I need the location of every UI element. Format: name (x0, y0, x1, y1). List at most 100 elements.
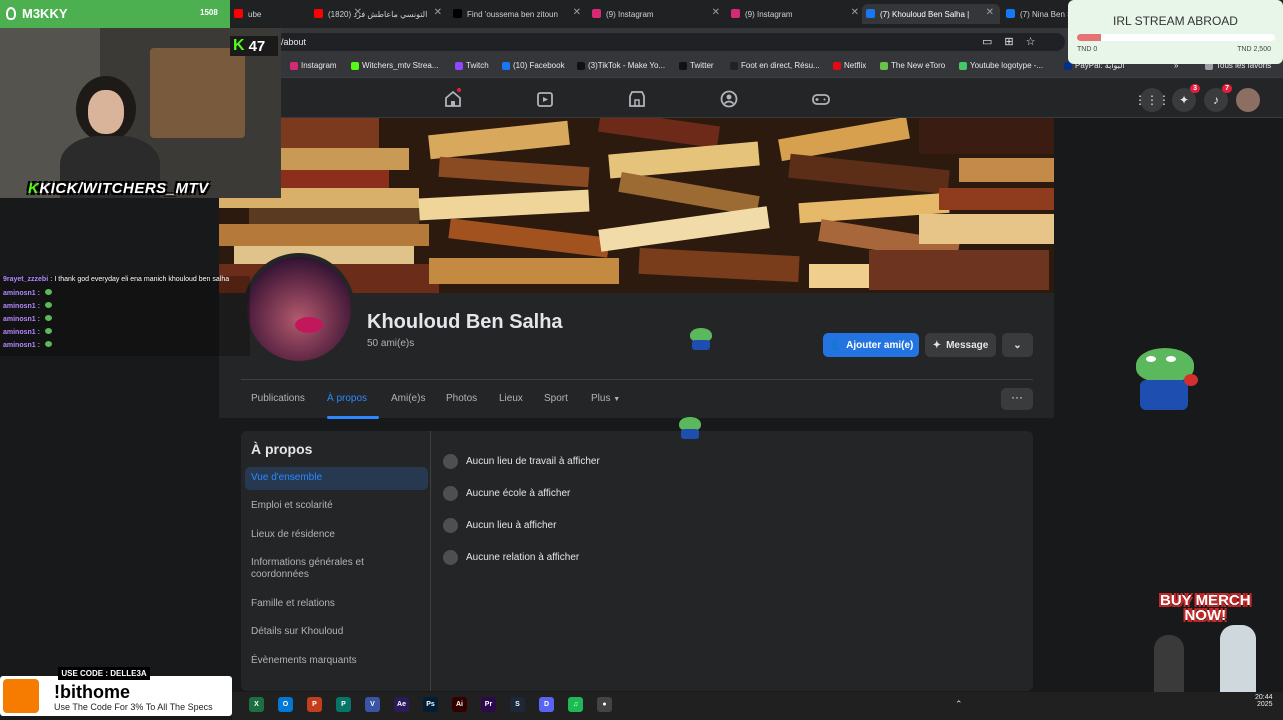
active-tab-indicator (327, 416, 379, 419)
tab-favicon-icon (314, 9, 323, 18)
tab-label: (7) Nina Ben S (1020, 9, 1073, 19)
heart-icon (443, 550, 458, 565)
sponsor-subtext: Use The Code For 3% To All The Specs (54, 702, 213, 712)
profile-tab[interactable]: Plus ▼ (591, 393, 620, 404)
marketplace-icon[interactable] (627, 89, 647, 109)
url-input[interactable]: /about (275, 33, 1065, 51)
outlook-icon[interactable]: O (278, 697, 293, 712)
about-sidebar-item[interactable]: Emploi et scolarité (251, 500, 421, 512)
visio-icon[interactable]: V (365, 697, 380, 712)
channel-count: 1508 (200, 8, 218, 17)
install-app-icon[interactable]: ▭ (982, 35, 992, 48)
cover-photo[interactable] (219, 118, 1054, 293)
browser-tab[interactable]: (9) Instagram ✕ (727, 4, 865, 24)
profile-divider (241, 379, 1033, 380)
about-sidebar-item[interactable]: Vue d'ensemble (251, 472, 421, 484)
messenger-button[interactable]: ✦ 3 (1172, 84, 1200, 112)
messenger-icon: ✦ (932, 339, 942, 351)
channel-name: M3KKY (22, 6, 68, 21)
bookmark-favicon-icon (290, 61, 298, 70)
bookmark-item[interactable]: Foot en direct, Résu... (730, 61, 820, 70)
bookmark-label: Youtube logotype -... (970, 61, 1044, 70)
chat-username: 9rayet_zzzebi : (3, 276, 53, 283)
profile-more-button[interactable]: ··· (1001, 388, 1033, 410)
close-tab-icon[interactable]: ✕ (573, 7, 581, 18)
publisher-icon[interactable]: P (336, 697, 351, 712)
bookmark-favicon-icon (351, 61, 359, 70)
bookmark-item[interactable]: Netflix (833, 61, 866, 70)
gaming-icon[interactable] (811, 89, 831, 109)
chat-message: aminosn1 : (0, 289, 250, 302)
menu-grid-button[interactable]: ⋮⋮⋮ (1134, 88, 1170, 112)
photoshop-icon[interactable]: Ps (423, 697, 438, 712)
profile-tab[interactable]: Lieux (499, 393, 523, 404)
about-sidebar-item[interactable]: Détails sur Khouloud (251, 626, 421, 638)
graduation-cap-icon (443, 486, 458, 501)
close-tab-icon[interactable]: ✕ (851, 7, 859, 18)
bookmark-item[interactable]: Youtube logotype -... (959, 61, 1043, 70)
about-sidebar-item[interactable]: Informations générales et coordonnées (251, 557, 421, 581)
frog-emote-icon (44, 341, 52, 347)
spotify-icon[interactable]: ♫ (568, 697, 583, 712)
frog-emote-icon (44, 289, 52, 295)
profile-tab-label: À propos (327, 393, 368, 404)
bookmark-item[interactable]: Twitch (455, 61, 489, 70)
steam-icon[interactable]: S (510, 697, 525, 712)
bookmark-item[interactable]: Witchers_mtv Strea... (351, 61, 438, 70)
close-tab-icon[interactable]: ✕ (986, 7, 994, 18)
bookmark-item[interactable]: The New eToro (880, 61, 945, 70)
friend-count[interactable]: 50 ami(e)s (367, 338, 414, 349)
bookmark-favicon-icon (880, 61, 888, 70)
browser-tab[interactable]: (9) Instagram ✕ (588, 4, 726, 24)
home-icon[interactable] (443, 89, 463, 109)
bell-icon: ♪ (1213, 93, 1219, 107)
clock: 20:44 2025 (1255, 694, 1273, 708)
tray-chevron-icon[interactable]: ⌃ (955, 699, 963, 710)
profile-tab[interactable]: À propos (327, 393, 367, 404)
goal-bar-fill (1077, 34, 1101, 41)
sponsor-banner: !bithome Use The Code For 3% To All The … (0, 676, 232, 716)
bookmark-item[interactable]: (10) Facebook (502, 61, 565, 70)
bookmark-favicon-icon (455, 61, 463, 70)
bookmark-star-icon[interactable]: ☆ (1026, 35, 1036, 48)
powerpoint-icon[interactable]: P (307, 697, 322, 712)
bookmark-label: Foot en direct, Résu... (741, 61, 820, 70)
bookmark-favicon-icon (577, 61, 585, 70)
bookmark-favicon-icon (959, 61, 967, 70)
profile-tab[interactable]: Publications (251, 393, 305, 404)
profile-tab[interactable]: Sport (544, 393, 568, 404)
chat-message: aminosn1 : (0, 302, 250, 315)
illustrator-icon[interactable]: Ai (452, 697, 467, 712)
groups-icon[interactable] (719, 89, 739, 109)
about-sidebar-item[interactable]: Famille et relations (251, 598, 421, 610)
message-button[interactable]: ✦ Message (925, 333, 996, 357)
bookmark-item[interactable]: Instagram (290, 61, 337, 70)
after-effects-icon[interactable]: Ae (394, 697, 409, 712)
translate-icon[interactable]: ⊞ (1004, 35, 1013, 48)
browser-tab[interactable]: (1820) التونسي ماعاطش فرد ✕ (310, 4, 448, 24)
browser-tab[interactable]: (7) Khouloud Ben Salha | ✕ (862, 4, 1000, 24)
account-avatar[interactable] (1236, 88, 1260, 112)
chrome-icon[interactable]: ● (597, 697, 612, 712)
profile-tab[interactable]: Photos (446, 393, 477, 404)
browser-tab[interactable]: Find 'oussema ben zitoun ✕ (449, 4, 587, 24)
lips-shape (295, 317, 323, 333)
bookmark-item[interactable]: Twitter (679, 61, 714, 70)
notifications-button[interactable]: ♪ 7 (1204, 84, 1232, 112)
bookmark-item[interactable]: (3)TikTok - Make Yo... (577, 61, 665, 70)
close-tab-icon[interactable]: ✕ (712, 7, 720, 18)
close-tab-icon[interactable]: ✕ (434, 7, 442, 18)
discord-icon[interactable]: D (539, 697, 554, 712)
ellipsis-icon: ··· (1011, 390, 1023, 404)
premiere-icon[interactable]: Pr (481, 697, 496, 712)
chat-username: aminosn1 : (3, 303, 40, 310)
profile-tab[interactable]: Ami(e)s (391, 393, 425, 404)
more-actions-button[interactable]: ⌄ (1002, 333, 1033, 357)
watch-icon[interactable] (535, 89, 555, 109)
profile-picture[interactable] (243, 253, 355, 365)
about-sidebar-item[interactable]: Lieux de résidence (251, 529, 421, 541)
excel-icon[interactable]: X (249, 697, 264, 712)
add-friend-button[interactable]: 👤 Ajouter ami(e) (823, 333, 919, 357)
about-row-label: Aucun lieu de travail à afficher (466, 456, 600, 467)
about-sidebar-item[interactable]: Évènements marquants (251, 655, 421, 667)
